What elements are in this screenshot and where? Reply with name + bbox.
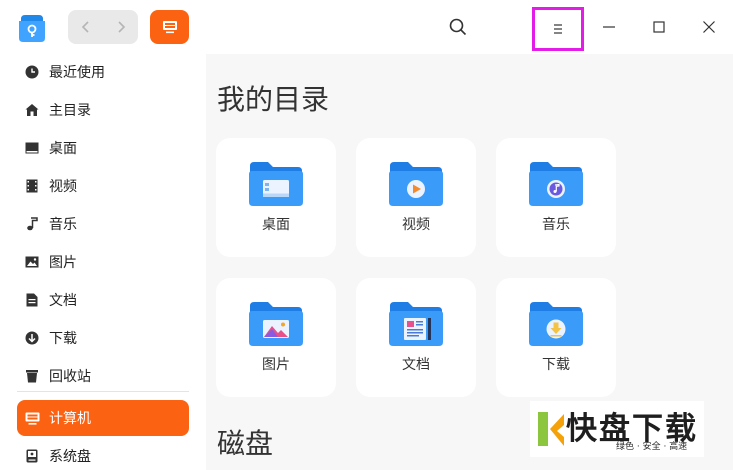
navigation-buttons [68, 10, 138, 44]
sidebar-item-system-disk[interactable]: 系统盘 [17, 438, 189, 470]
sidebar-item-downloads[interactable]: 下载 [17, 320, 189, 356]
video-icon [24, 178, 40, 194]
sidebar-item-label: 文档 [49, 293, 77, 309]
picture-folder-icon [249, 302, 303, 346]
home-icon [24, 102, 40, 118]
folder-card-desktop[interactable]: 桌面 [216, 138, 336, 257]
sidebar-item-label: 回收站 [49, 369, 91, 385]
main-menu-button[interactable] [532, 7, 584, 51]
maximize-button[interactable] [646, 14, 672, 40]
section-title-disks: 磁盘 [217, 427, 274, 460]
sidebar-divider [17, 391, 189, 392]
folder-card-music[interactable]: 音乐 [496, 138, 616, 257]
computer-icon [24, 410, 40, 426]
close-button[interactable] [696, 14, 722, 40]
folder-card-label: 文档 [402, 357, 430, 373]
sidebar-item-label: 计算机 [49, 411, 91, 427]
disk-icon [24, 448, 40, 464]
sidebar-item-label: 主目录 [49, 103, 91, 119]
title-bar [0, 0, 733, 54]
folder-card-video[interactable]: 视频 [356, 138, 476, 257]
folder-card-documents[interactable]: 文档 [356, 278, 476, 397]
close-icon [703, 21, 715, 33]
search-button[interactable] [445, 14, 471, 40]
back-button[interactable] [68, 10, 103, 44]
sidebar-item-computer[interactable]: 计算机 [17, 400, 189, 436]
folder-card-downloads[interactable]: 下载 [496, 278, 616, 397]
computer-icon [162, 21, 177, 34]
sidebar-item-label: 桌面 [49, 141, 77, 157]
sidebar: 最近使用 主目录 桌面 视频 音乐 图片 文档 下载 回收站 计算机 系统盘 [0, 54, 206, 470]
folder-card-pictures[interactable]: 图片 [216, 278, 336, 397]
sidebar-item-label: 图片 [49, 255, 77, 271]
search-icon [449, 18, 467, 36]
download-icon [24, 330, 40, 346]
document-folder-icon [389, 302, 443, 346]
maximize-icon [653, 21, 665, 33]
music-icon [24, 216, 40, 232]
download-folder-icon [529, 302, 583, 346]
video-folder-icon [389, 162, 443, 206]
sidebar-item-documents[interactable]: 文档 [17, 282, 189, 318]
forward-button[interactable] [103, 10, 138, 44]
watermark-logo: 快盘下载 绿色 · 安全 · 高速 [530, 401, 704, 457]
sidebar-item-music[interactable]: 音乐 [17, 206, 189, 242]
music-folder-icon [529, 162, 583, 206]
document-icon [24, 292, 40, 308]
folder-card-label: 桌面 [262, 217, 290, 233]
folder-card-label: 音乐 [542, 217, 570, 233]
sidebar-item-desktop[interactable]: 桌面 [17, 130, 189, 166]
clock-icon [24, 64, 40, 80]
minimize-icon [603, 26, 615, 28]
trash-icon [24, 368, 40, 384]
app-logo-icon [19, 15, 45, 42]
kuaipan-logo-icon [538, 412, 564, 446]
sidebar-item-pictures[interactable]: 图片 [17, 244, 189, 280]
hamburger-menu-icon [554, 24, 562, 34]
sidebar-item-label: 音乐 [49, 217, 77, 233]
computer-location-button[interactable] [150, 10, 189, 44]
sidebar-item-label: 最近使用 [49, 65, 105, 81]
desktop-icon [24, 140, 40, 156]
picture-icon [24, 254, 40, 270]
sidebar-item-recent[interactable]: 最近使用 [17, 54, 189, 90]
desktop-folder-icon [249, 162, 303, 206]
folder-card-label: 视频 [402, 217, 430, 233]
sidebar-item-label: 下载 [49, 331, 77, 347]
folder-card-label: 图片 [262, 357, 290, 373]
chevron-left-icon [81, 21, 89, 33]
section-title-my-directories: 我的目录 [217, 83, 330, 116]
sidebar-item-video[interactable]: 视频 [17, 168, 189, 204]
minimize-button[interactable] [596, 14, 622, 40]
sidebar-item-home[interactable]: 主目录 [17, 92, 189, 128]
watermark-slogan: 绿色 · 安全 · 高速 [616, 442, 688, 452]
folder-card-label: 下载 [542, 357, 570, 373]
sidebar-item-trash[interactable]: 回收站 [17, 358, 189, 394]
file-manager-window: 最近使用 主目录 桌面 视频 音乐 图片 文档 下载 回收站 计算机 系统盘 我… [0, 0, 733, 470]
chevron-right-icon [117, 21, 125, 33]
sidebar-item-label: 视频 [49, 179, 77, 195]
sidebar-item-label: 系统盘 [49, 449, 91, 465]
